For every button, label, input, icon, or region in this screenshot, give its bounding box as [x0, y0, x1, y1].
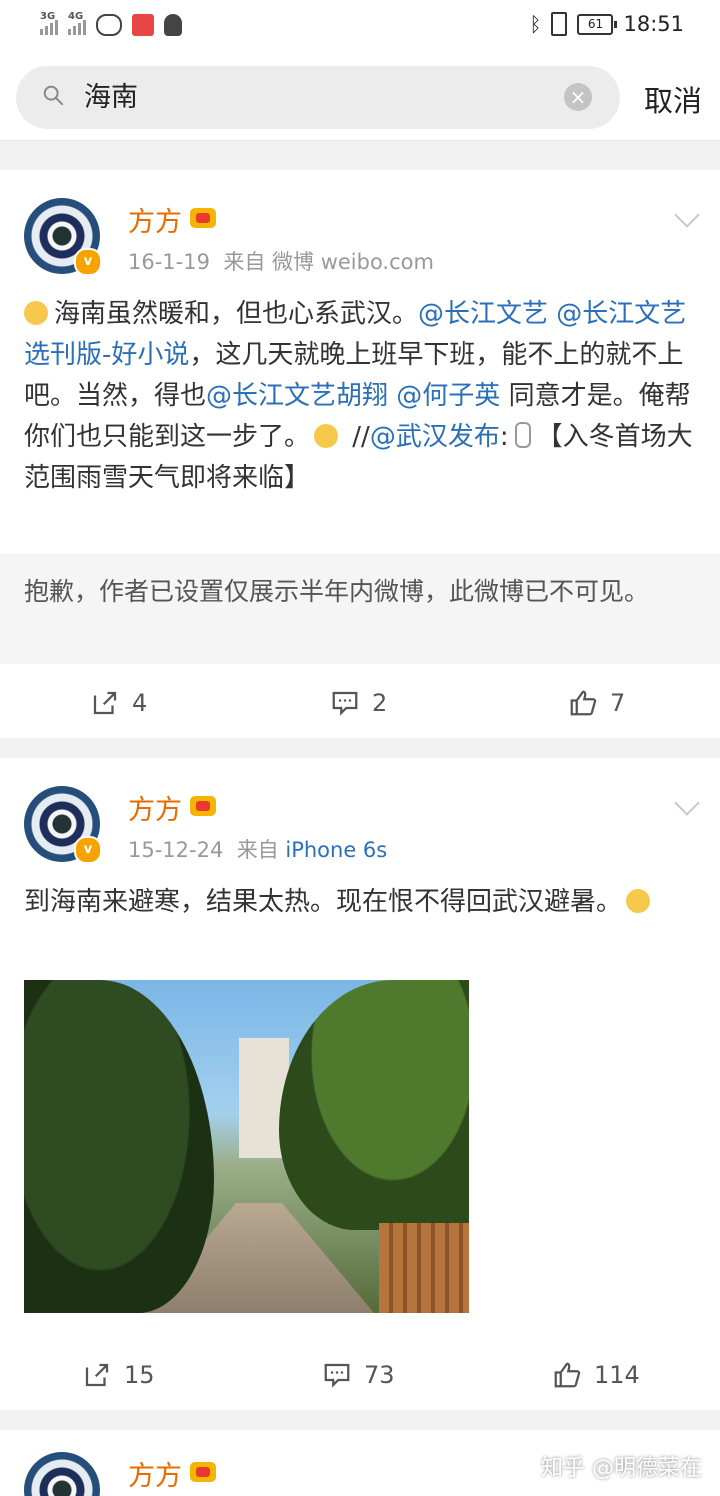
clock: 18:51 [623, 12, 684, 36]
comment-button[interactable]: 73 [322, 1340, 395, 1410]
post-actions: 4 2 7 [0, 668, 720, 738]
cancel-button[interactable]: 取消 [644, 78, 702, 120]
thumbs-up-icon [554, 1362, 581, 1388]
author-name[interactable]: 方方 [128, 200, 216, 239]
clear-icon[interactable]: × [564, 83, 592, 111]
post-card[interactable]: v 方方 16-1-19 来自 微博 weibo.com 海南虽然暖和，但也心系… [0, 170, 720, 738]
comment-button[interactable]: 2 [330, 668, 387, 738]
search-box[interactable]: × [16, 66, 620, 129]
post-text: 到海南来避寒，结果太热。现在恨不得回武汉避暑。 [24, 882, 696, 923]
weibo-icon [96, 14, 122, 36]
bluetooth-icon: ᛒ [529, 12, 542, 36]
share-icon [93, 691, 117, 715]
post-meta: 15-12-24 来自 iPhone 6s [128, 838, 388, 862]
comment-icon [324, 1363, 350, 1388]
crown-icon [190, 208, 216, 228]
search-input[interactable] [84, 79, 544, 110]
signal-3g-icon: 3G [40, 11, 58, 35]
microphone-icon [514, 422, 531, 448]
repost-notice[interactable]: 抱歉，作者已设置仅展示半年内微博，此微博已不可见。 [0, 554, 720, 664]
mention-link[interactable]: @何子英 [396, 381, 500, 411]
qq-icon [164, 14, 182, 36]
avatar[interactable] [24, 1452, 100, 1496]
post-meta: 16-1-19 来自 微博 weibo.com [128, 250, 434, 274]
vibrate-icon [551, 12, 568, 36]
chevron-down-icon[interactable] [674, 790, 700, 816]
watermark: 知乎 @明德菜在 [541, 1456, 702, 1481]
post-card[interactable]: v 方方 15-12-24 来自 iPhone 6s 到海南来避寒，结果太热。现… [0, 758, 720, 1410]
like-button[interactable]: 114 [552, 1340, 640, 1410]
status-bar: 3G 4G ᛒ 61 18:51 [0, 0, 720, 56]
like-button[interactable]: 7 [568, 668, 625, 738]
repost-button[interactable]: 15 [82, 1340, 155, 1410]
avatar[interactable]: v [24, 786, 102, 864]
post-actions: 15 73 114 [0, 1340, 720, 1410]
mention-link[interactable]: @武汉发布 [370, 422, 500, 452]
crown-icon [190, 1462, 216, 1482]
app-icon [132, 14, 154, 36]
battery-icon: 61 [577, 13, 618, 35]
post-photo[interactable] [24, 980, 469, 1313]
verified-badge-icon: v [74, 836, 102, 864]
crown-icon [190, 796, 216, 816]
mention-link[interactable]: @长江文艺 [418, 299, 548, 329]
author-name[interactable]: 方方 [128, 1454, 216, 1493]
comment-icon [332, 691, 358, 716]
smirk-emoji-icon [24, 301, 48, 325]
repost-button[interactable]: 4 [90, 668, 147, 738]
signal-4g-icon: 4G [68, 11, 86, 35]
avatar[interactable]: v [24, 198, 102, 276]
thinking-emoji-icon [314, 424, 339, 448]
share-icon [85, 1363, 109, 1387]
search-bar: × 取消 [0, 56, 720, 141]
crying-emoji-icon [626, 889, 651, 913]
search-icon [43, 85, 64, 106]
chevron-down-icon[interactable] [674, 202, 700, 228]
verified-badge-icon: v [74, 248, 102, 276]
thumbs-up-icon [570, 690, 597, 716]
post-text: 海南虽然暖和，但也心系武汉。@长江文艺 @长江文艺选刊版-好小说，这几天就晚上班… [24, 299, 693, 493]
mention-link[interactable]: @长江文艺胡翔 [206, 381, 388, 411]
author-name[interactable]: 方方 [128, 788, 216, 827]
